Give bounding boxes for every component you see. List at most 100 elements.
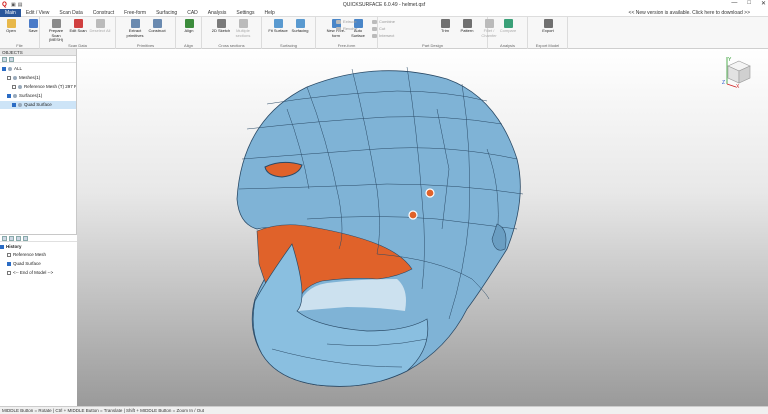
visibility-checkbox[interactable] [7, 93, 11, 98]
pattern-icon [462, 19, 472, 28]
history-item[interactable]: Quad Surface [0, 260, 76, 268]
fit-surface-icon [273, 19, 283, 28]
tab-cad[interactable]: CAD [182, 9, 203, 17]
tab-scan-data[interactable]: Scan Data [54, 9, 87, 17]
combine-label: Combine [379, 19, 396, 24]
show-all-icon[interactable] [2, 57, 7, 62]
history-list-icon[interactable] [9, 236, 14, 241]
helmet-model[interactable] [77, 49, 768, 406]
ribbon-group-label: Cross sections [218, 43, 245, 48]
visibility-checkbox[interactable] [7, 75, 11, 80]
tab-edit-view[interactable]: Edit / View [21, 9, 55, 17]
history-header: History [0, 243, 76, 251]
ribbon-group-cross-sections: 2D Sketch Multiple sections Cross sections [202, 17, 262, 49]
ribbon-group-align: Align Align [176, 17, 202, 49]
ribbon-button-label: Export [542, 28, 554, 33]
prepare-scan-mesh-button[interactable]: Prepare Scan (MESH) [45, 19, 67, 43]
cut-button[interactable]: Cut [372, 26, 385, 31]
align-icon [184, 19, 194, 28]
ribbon-button-label: Compare [499, 28, 517, 33]
history-item-checkbox[interactable] [7, 261, 11, 266]
save-button[interactable]: Save [22, 19, 44, 34]
pattern-button[interactable]: Pattern [456, 19, 478, 34]
history-item-checkbox[interactable] [7, 252, 11, 257]
tab-settings[interactable]: Settings [231, 9, 259, 17]
visibility-checkbox[interactable] [2, 66, 6, 71]
tree-item[interactable]: Reference Mesh (T) 297 R [0, 83, 76, 91]
ribbon-button-label: Extract primitives [126, 28, 144, 38]
ribbon-button-label: Fit Surface [268, 28, 288, 33]
objects-tree: ALL Meshes(1) Reference Mesh (T) 297 R Surf… [0, 63, 76, 233]
history-tool-icon[interactable] [2, 236, 7, 241]
ribbon-group-surfacing: Fit Surface Surfacing Surfacing [262, 17, 316, 49]
close-button[interactable]: ✕ [761, 0, 766, 7]
ribbon-button-label: Align [184, 28, 194, 33]
deselect-all-button[interactable]: Deselect All [89, 19, 111, 34]
view-cube[interactable]: Y Z X [722, 55, 756, 89]
ribbon-group-label: Surfacing [280, 43, 297, 48]
history-last-icon[interactable] [23, 236, 28, 241]
menu-bar: Main Edit / View Scan Data Construct Free-fo… [0, 8, 768, 17]
update-notice-link[interactable]: << New version is available. Click here … [629, 10, 750, 16]
history-first-icon[interactable] [16, 236, 21, 241]
surfacing-icon [295, 19, 305, 28]
objects-panel: OBJECTS ALL Meshes(1) Reference Mesh (T) 2… [0, 49, 77, 406]
extract-primitives-button[interactable]: Extract primitives [124, 19, 146, 38]
filter-icon[interactable] [9, 57, 14, 62]
intersect-button[interactable]: Intersect [372, 33, 394, 38]
ribbon-button-label: Fillet / Chamfer [481, 28, 497, 38]
surfacing-button[interactable]: Surfacing [289, 19, 311, 34]
tab-main[interactable]: Main [0, 8, 21, 17]
tree-item[interactable]: ALL [0, 65, 76, 73]
intersect-label: Intersect [379, 33, 395, 38]
history-item[interactable]: <-- End of Model --> [0, 269, 76, 277]
quick-save-icon[interactable]: ▣ [11, 2, 16, 8]
2d-sketch-button[interactable]: 2D Sketch [210, 19, 232, 34]
combine-button[interactable]: Combine [372, 19, 395, 24]
objects-toolbar [0, 56, 76, 63]
folder-icon [6, 19, 16, 28]
tab-free-form[interactable]: Free-form [119, 9, 151, 17]
quick-open-icon[interactable]: ▤ [18, 2, 23, 8]
3d-viewport[interactable]: Y Z X [77, 49, 768, 406]
visibility-checkbox[interactable] [12, 102, 16, 107]
fit-surface-button[interactable]: Fit Surface [267, 19, 289, 34]
trim-button[interactable]: Trim [434, 19, 456, 34]
ribbon-button-label: Prepare Scan (MESH) [48, 28, 64, 42]
multiple-sections-button[interactable]: Multiple sections [232, 19, 254, 38]
history-item[interactable]: Reference Mesh [0, 251, 76, 259]
visibility-checkbox[interactable] [12, 84, 16, 89]
ribbon-button-label: Save [28, 28, 38, 33]
fillet-chamfer-button[interactable]: Fillet / Chamfer [478, 19, 500, 38]
objects-header: OBJECTS [0, 49, 76, 56]
ribbon-group-label: Part Design [422, 43, 443, 48]
construct-button[interactable]: Construct [146, 19, 168, 34]
x-axis-icon [726, 83, 737, 88]
tree-item[interactable]: Surfaces(1) [0, 92, 76, 100]
minimize-button[interactable]: — [731, 0, 737, 7]
tree-item[interactable]: Quad Surface [0, 101, 76, 109]
ribbon-button-label: 2D Sketch [211, 28, 231, 33]
cut-label: Cut [379, 26, 386, 31]
tree-item[interactable]: Meshes(1) [0, 74, 76, 82]
extrude-button[interactable]: Extrude [336, 19, 357, 24]
tab-analysis[interactable]: Analysis [203, 9, 232, 17]
open-button[interactable]: Open [0, 19, 22, 34]
edit-scan-button[interactable]: Edit Scan [67, 19, 89, 34]
history-item-checkbox[interactable] [7, 270, 11, 275]
intersect-icon [372, 33, 377, 38]
maximize-button[interactable]: □ [747, 0, 751, 7]
tab-help[interactable]: Help [259, 9, 279, 17]
tab-surfacing[interactable]: Surfacing [151, 9, 182, 17]
compare-button[interactable]: Compare [497, 19, 519, 34]
revolve-label: Revolve [343, 26, 358, 31]
tab-construct[interactable]: Construct [88, 9, 119, 17]
revolve-button[interactable]: Revolve [336, 26, 357, 31]
align-button[interactable]: Align [178, 19, 200, 34]
export-button[interactable]: Export [537, 19, 559, 34]
ribbon-button-label: Multiple sections [235, 28, 251, 38]
sketch-icon [216, 19, 226, 28]
ribbon-button-label: Trim [441, 28, 449, 33]
tree-item-label: Reference Mesh (T) 297 R [24, 84, 76, 89]
fillet-icon [484, 19, 494, 28]
